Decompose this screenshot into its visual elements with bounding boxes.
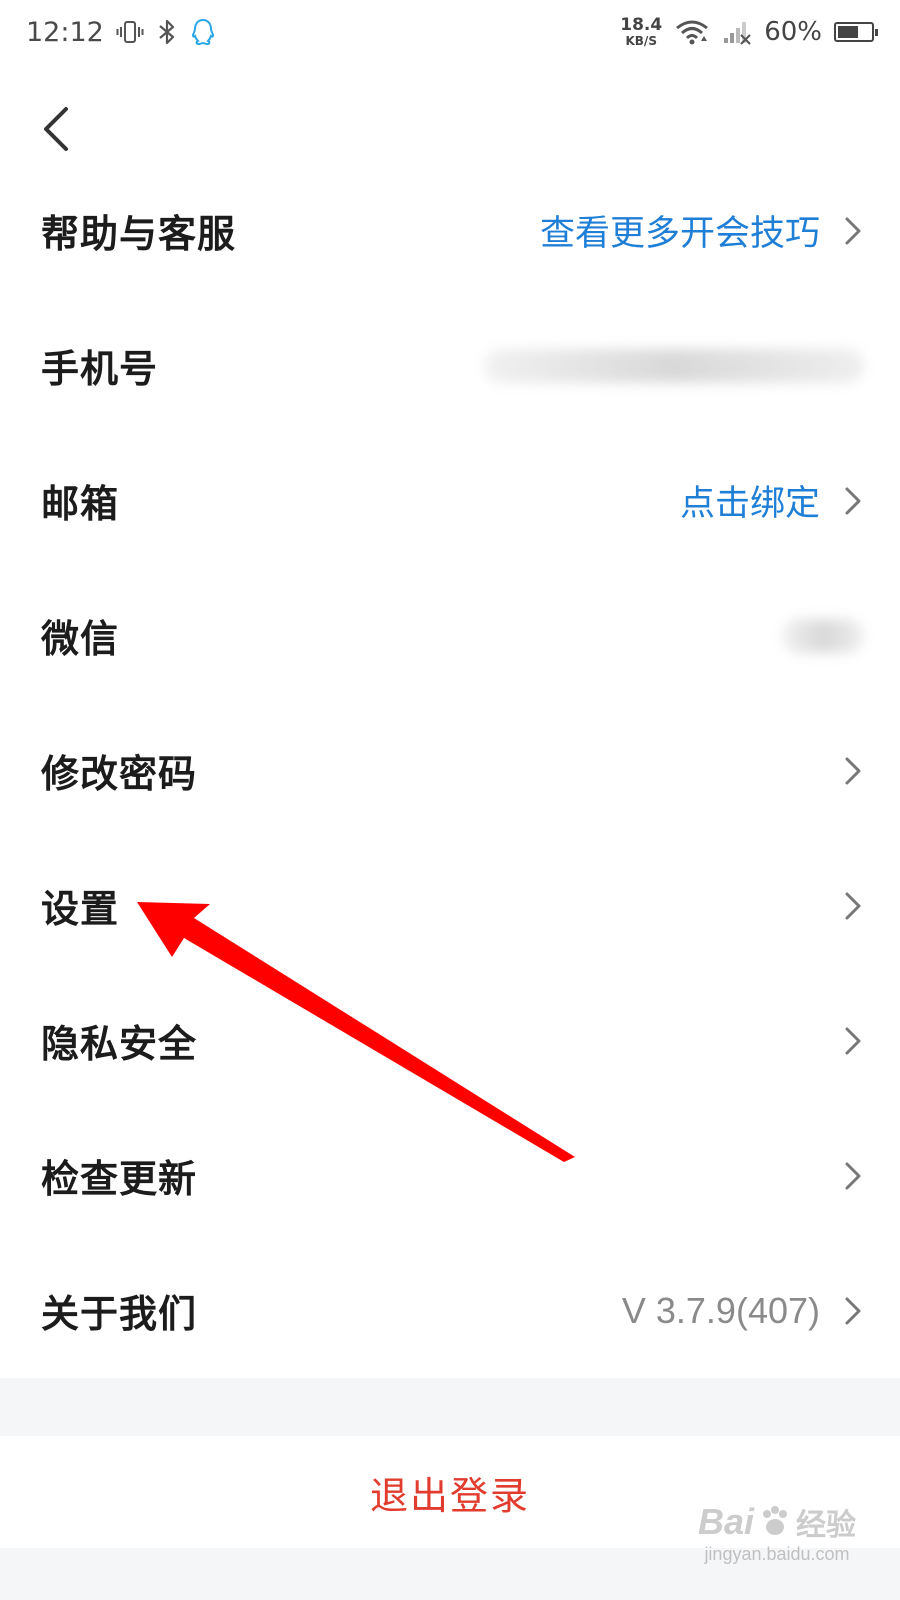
baidu-jingyan-watermark: Bai 经验 jingyan.baidu.com (698, 1500, 856, 1565)
network-speed: 18.4 KB/S (620, 15, 663, 48)
menu-item-label: 帮助与客服 (41, 212, 237, 256)
back-button[interactable] (36, 103, 88, 155)
watermark-brand-suffix: 经验 (796, 1508, 856, 1543)
menu-item-privacy[interactable]: 隐私安全 (0, 973, 900, 1108)
watermark-url: jingyan.baidu.com (704, 1544, 850, 1564)
menu-item-label: 检查更新 (41, 1157, 198, 1201)
menu-item-settings[interactable]: 设置 (0, 838, 900, 973)
menu-item-value: V 3.7.9(407) (621, 1289, 820, 1331)
bluetooth-icon (156, 18, 178, 46)
menu-item-right: 查看更多开会技巧 (540, 205, 864, 256)
chevron-right-icon (842, 889, 864, 923)
status-time: 12:12 (26, 16, 104, 48)
menu-item-right (842, 1159, 864, 1193)
menu-item-value[interactable]: 点击绑定 (680, 475, 820, 526)
section-divider (0, 1378, 900, 1436)
status-bar-right: 18.4 KB/S 60% (620, 15, 878, 48)
menu-item-wechat[interactable]: 微信 (0, 568, 900, 703)
menu-item-value[interactable]: 查看更多开会技巧 (540, 205, 820, 256)
battery-icon (834, 22, 878, 42)
menu-item-label: 手机号 (41, 347, 159, 391)
menu-item-label: 邮箱 (41, 482, 120, 526)
menu-item-right (782, 618, 864, 653)
network-speed-value: 18.4 (620, 15, 663, 35)
chevron-right-icon (842, 214, 864, 248)
signal-icon (722, 18, 752, 46)
chevron-right-icon (842, 754, 864, 788)
status-bar: 12:12 18.4 KB/S 60% (0, 0, 900, 64)
watermark-logo: Bai 经验 (698, 1500, 856, 1544)
wifi-icon (674, 18, 710, 46)
chevron-left-icon (44, 107, 68, 151)
settings-menu-list: 帮助与客服 查看更多开会技巧手机号邮箱 点击绑定微信修改密码设置隐私安全检查更新关于… (0, 163, 900, 1378)
redacted-value (782, 618, 864, 653)
vibrate-icon (116, 18, 144, 46)
menu-item-about[interactable]: 关于我们 V 3.7.9(407) (0, 1243, 900, 1378)
menu-item-update[interactable]: 检查更新 (0, 1108, 900, 1243)
menu-item-label: 微信 (41, 617, 120, 661)
menu-item-right: 点击绑定 (680, 475, 864, 526)
menu-item-label: 设置 (41, 887, 120, 931)
menu-item-label: 关于我们 (41, 1292, 198, 1336)
logout-label: 退出登录 (369, 1473, 530, 1518)
watermark-brand: Bai (697, 1501, 754, 1542)
menu-item-email[interactable]: 邮箱 点击绑定 (0, 433, 900, 568)
menu-item-right (842, 1024, 864, 1058)
chevron-right-icon (842, 1159, 864, 1193)
chevron-right-icon (842, 1294, 864, 1328)
qq-icon (190, 18, 216, 46)
paw-icon (763, 1506, 787, 1535)
menu-item-right (842, 754, 864, 788)
redacted-value (484, 348, 864, 383)
status-bar-left: 12:12 (26, 17, 216, 48)
battery-percent: 60% (764, 17, 822, 47)
menu-item-label: 修改密码 (41, 752, 198, 796)
menu-item-password[interactable]: 修改密码 (0, 703, 900, 838)
menu-item-right (484, 348, 864, 383)
menu-item-right (842, 889, 864, 923)
network-speed-unit: KB/S (625, 34, 657, 48)
menu-item-phone[interactable]: 手机号 (0, 298, 900, 433)
chevron-right-icon (842, 1024, 864, 1058)
menu-item-label: 隐私安全 (41, 1022, 198, 1066)
chevron-right-icon (842, 484, 864, 518)
menu-item-help[interactable]: 帮助与客服 查看更多开会技巧 (0, 163, 900, 298)
menu-item-right: V 3.7.9(407) (622, 1290, 864, 1332)
